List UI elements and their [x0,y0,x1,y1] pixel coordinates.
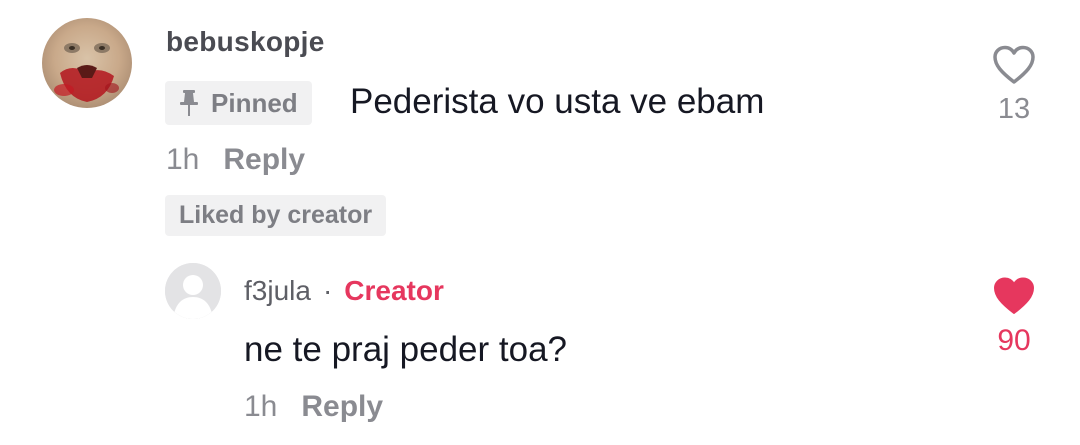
like-count: 13 [997,93,1031,125]
pinned-label: Pinned [211,87,298,118]
reply-text: ne te praj peder toa? [244,330,568,369]
comment-username[interactable]: bebuskopje [166,26,325,58]
reply-avatar[interactable] [165,263,221,319]
comment-meta: 1h Reply [166,143,305,177]
reply-button[interactable]: Reply [223,143,305,177]
reply-reply-button[interactable]: Reply [301,390,383,424]
creator-badge: Creator [344,275,444,306]
liked-by-creator-badge: Liked by creator [165,195,387,236]
comment-text: Pederista vo usta ve ebam [350,82,765,121]
default-avatar-icon [165,263,221,319]
pin-icon [180,90,198,116]
comment-timestamp: 1h [166,143,200,176]
avatar[interactable] [42,18,132,108]
like-button[interactable]: 13 [988,44,1040,126]
reply-header: f3jula · Creator [244,275,444,307]
reply-meta: 1h Reply [244,390,383,424]
reply-timestamp: 1h [244,390,278,423]
heart-outline-icon[interactable] [991,44,1037,86]
heart-filled-icon[interactable] [991,275,1037,317]
pinned-badge: Pinned [165,81,312,125]
separator-dot: · [322,275,333,306]
reply-like-count: 90 [997,324,1031,357]
reply-username[interactable]: f3jula [244,275,311,307]
reply-like-button[interactable]: 90 [988,275,1040,358]
